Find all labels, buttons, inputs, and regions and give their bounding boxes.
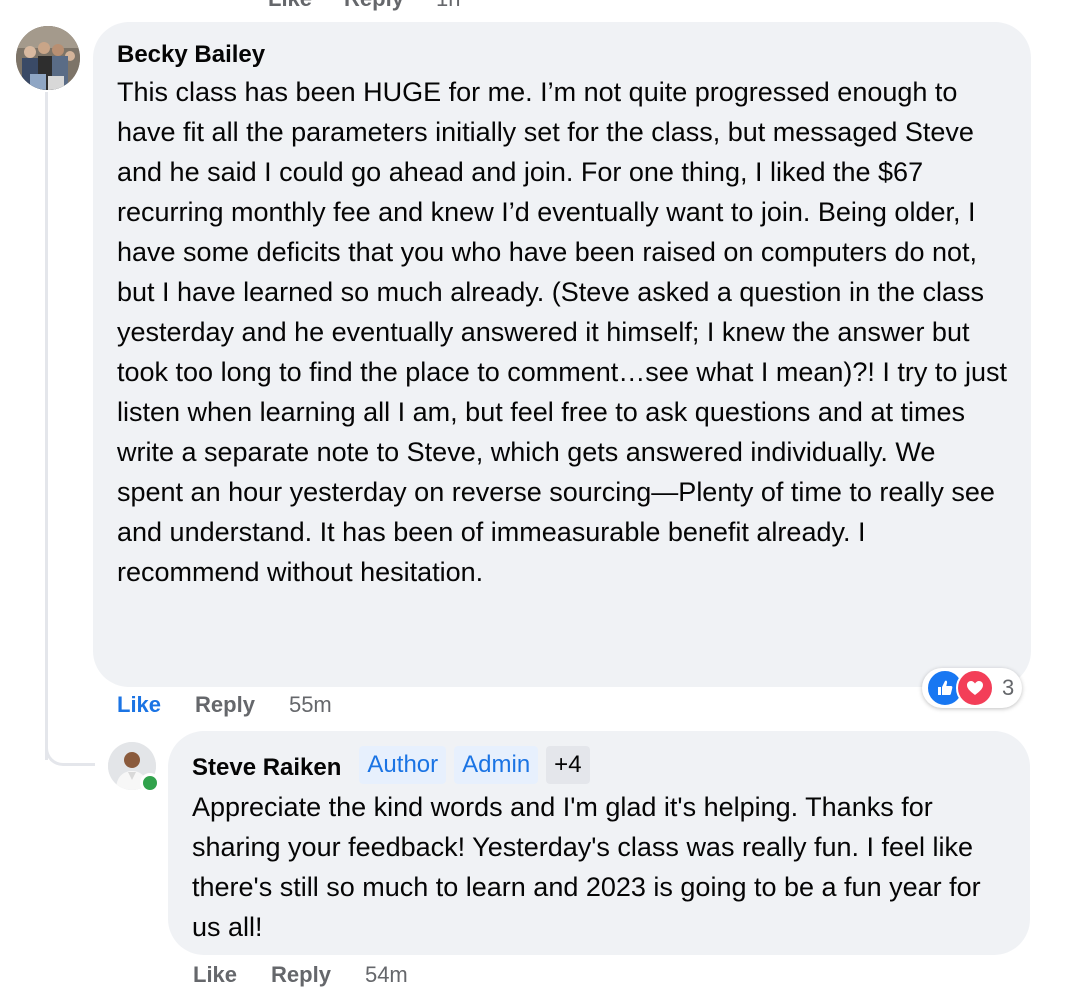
- admin-badge[interactable]: Admin: [454, 746, 539, 784]
- thread-line: [45, 92, 48, 760]
- comment-text: This class has been HUGE for me. I’m not…: [117, 77, 1007, 587]
- online-status-indicator: [140, 773, 160, 793]
- reply-like-button[interactable]: Like: [193, 962, 237, 988]
- previous-reply-button[interactable]: Reply: [344, 0, 404, 11]
- previous-like-button[interactable]: Like: [268, 0, 312, 11]
- becky-avatar[interactable]: [16, 26, 80, 90]
- reply-reply-button[interactable]: Reply: [271, 962, 331, 988]
- previous-timestamp[interactable]: 1h: [436, 0, 460, 11]
- like-button[interactable]: Like: [117, 692, 161, 718]
- love-icon: [956, 669, 994, 707]
- comment-timestamp[interactable]: 55m: [289, 692, 332, 718]
- reply-bubble: Steve Raiken Author Admin +4 Appreciate …: [168, 731, 1030, 955]
- reactions-summary[interactable]: 3: [922, 668, 1023, 708]
- comment-author[interactable]: Becky Bailey: [117, 40, 1007, 70]
- previous-comment-actions: Like Reply 1h: [268, 0, 460, 11]
- thread-connector: [45, 726, 95, 766]
- reply-header: Steve Raiken Author Admin +4: [192, 745, 1006, 785]
- group-photo-icon: [16, 26, 80, 90]
- reply-text: Appreciate the kind words and I'm glad i…: [192, 792, 981, 942]
- comment-actions: Like Reply 55m: [117, 690, 332, 720]
- reply-actions: Like Reply 54m: [193, 960, 408, 990]
- reply-timestamp[interactable]: 54m: [365, 962, 408, 988]
- reply-button[interactable]: Reply: [195, 692, 255, 718]
- author-badge[interactable]: Author: [359, 746, 447, 784]
- comment-bubble: Becky Bailey This class has been HUGE fo…: [93, 22, 1031, 687]
- more-badges[interactable]: +4: [546, 746, 590, 784]
- reaction-count: 3: [1002, 675, 1015, 700]
- reply-author[interactable]: Steve Raiken: [192, 753, 341, 783]
